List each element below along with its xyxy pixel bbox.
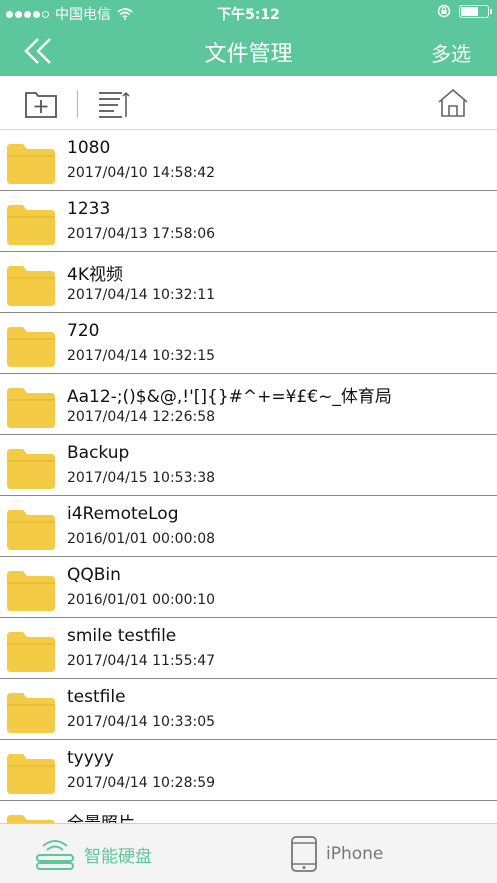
file-name: 720	[67, 321, 100, 341]
file-date: 2016/01/01 00:00:10	[67, 592, 216, 608]
tab-smart-disk-label: 智能硬盘	[84, 846, 152, 867]
folder-icon	[7, 388, 55, 428]
orientation-lock-icon	[437, 4, 451, 18]
file-name: 全景照片	[67, 809, 135, 823]
file-list: 1080 2017/04/10 14:58:42 1233 2017/04/13 17…	[0, 130, 497, 823]
battery-icon	[459, 4, 492, 18]
file-date: 2017/04/15 10:53:38	[67, 470, 216, 486]
file-date: 2016/01/01 00:00:08	[67, 531, 216, 547]
file-row[interactable]: i4RemoteLog 2016/01/01 00:00:08	[0, 496, 497, 557]
file-name: Aa12-;()$&@,!'[]{}#^+=¥£€~_体育局	[67, 387, 392, 407]
nav-bar: 文件管理 多选	[0, 26, 497, 76]
status-time: 下午5:12	[217, 7, 280, 23]
file-date: 2017/04/14 10:33:05	[67, 714, 216, 730]
sort-icon[interactable]	[96, 87, 130, 119]
toolbar-divider	[77, 90, 78, 118]
file-row[interactable]: testfile 2017/04/14 10:33:05	[0, 679, 497, 740]
home-icon[interactable]	[436, 87, 470, 119]
file-name: smile testfile	[67, 626, 177, 646]
file-row[interactable]: 4K视频 2017/04/14 10:32:11	[0, 252, 497, 313]
new-folder-icon[interactable]	[24, 87, 58, 119]
file-row[interactable]: smile testfile 2017/04/14 11:55:47	[0, 618, 497, 679]
file-date: 2017/04/14 12:26:58	[67, 409, 216, 425]
file-row[interactable]: Aa12-;()$&@,!'[]{}#^+=¥£€~_体育局 2017/04/14…	[0, 374, 497, 435]
folder-icon	[7, 693, 55, 733]
tab-bar: 智能硬盘 iPhone	[0, 823, 497, 883]
folder-icon	[7, 449, 55, 489]
file-date: 2017/04/10 14:58:42	[67, 165, 216, 181]
file-date: 2017/04/14 10:28:59	[67, 775, 216, 791]
file-name: 4K视频	[67, 265, 123, 285]
file-row[interactable]: Backup 2017/04/15 10:53:38	[0, 435, 497, 496]
multi-select-button[interactable]: 多选	[431, 38, 471, 67]
folder-icon	[7, 510, 55, 550]
file-name: 1080	[67, 138, 111, 158]
folder-icon	[7, 815, 55, 823]
file-date: 2017/04/14 10:32:15	[67, 348, 216, 364]
file-date: 2017/04/13 17:58:06	[67, 226, 216, 242]
file-row[interactable]: QQBin 2016/01/01 00:00:10	[0, 557, 497, 618]
file-row[interactable]: 1080 2017/04/10 14:58:42	[0, 130, 497, 191]
file-row[interactable]: tyyyy 2017/04/14 10:28:59	[0, 740, 497, 801]
file-name: tyyyy	[67, 748, 114, 768]
folder-icon	[7, 205, 55, 245]
folder-icon	[7, 266, 55, 306]
toolbar	[0, 76, 497, 130]
file-name: i4RemoteLog	[67, 504, 179, 524]
tab-iphone[interactable]: iPhone	[290, 824, 383, 883]
file-name: QQBin	[67, 565, 121, 585]
tab-iphone-label: iPhone	[326, 844, 384, 864]
tab-smart-disk[interactable]: 智能硬盘	[34, 824, 152, 883]
status-bar: 中国电信 下午5:12	[0, 0, 497, 26]
file-name: Backup	[67, 443, 130, 463]
file-row[interactable]: 全景照片	[0, 801, 497, 823]
file-name: 1233	[67, 199, 111, 219]
folder-icon	[7, 327, 55, 367]
file-row[interactable]: 720 2017/04/14 10:32:15	[0, 313, 497, 374]
file-date: 2017/04/14 11:55:47	[67, 653, 216, 669]
folder-icon	[7, 632, 55, 672]
file-row[interactable]: 1233 2017/04/13 17:58:06	[0, 191, 497, 252]
file-name: testfile	[67, 687, 126, 707]
file-date: 2017/04/14 10:32:11	[67, 287, 216, 303]
header: 中国电信 下午5:12 文件管理 多选	[0, 0, 497, 76]
router-icon	[36, 840, 74, 870]
folder-icon	[7, 754, 55, 794]
page-title: 文件管理	[204, 42, 293, 67]
folder-icon	[7, 571, 55, 611]
folder-icon	[7, 144, 55, 184]
phone-icon	[291, 836, 317, 872]
